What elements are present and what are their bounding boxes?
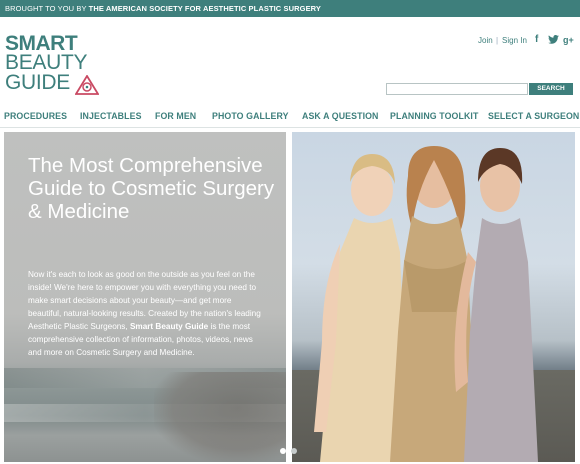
nav-planning-toolkit[interactable]: PLANNING TOOLKIT bbox=[390, 111, 478, 121]
google-plus-icon[interactable]: g+ bbox=[563, 35, 574, 45]
main-nav: PROCEDURES INJECTABLES FOR MEN PHOTO GAL… bbox=[0, 111, 580, 123]
nav-injectables[interactable]: INJECTABLES bbox=[80, 111, 142, 121]
join-link[interactable]: Join bbox=[478, 36, 493, 45]
twitter-icon[interactable] bbox=[548, 35, 559, 47]
hero-description: Now it's each to look as good on the out… bbox=[28, 268, 264, 359]
sponsor-prefix: BROUGHT TO YOU BY bbox=[5, 4, 89, 13]
search-input[interactable] bbox=[386, 83, 528, 95]
hero-title: The Most Comprehensive Guide to Cosmetic… bbox=[28, 154, 275, 223]
logo-line-guide: GUIDE bbox=[5, 71, 71, 94]
hero-text-panel: The Most Comprehensive Guide to Cosmetic… bbox=[4, 132, 286, 462]
nav-procedures[interactable]: PROCEDURES bbox=[4, 111, 67, 121]
search-button[interactable]: SEARCH bbox=[529, 83, 573, 95]
hero-body-brand: Smart Beauty Guide bbox=[129, 322, 209, 331]
site-logo[interactable]: SMART BEAUTY GUIDE bbox=[5, 33, 115, 95]
sponsor-org[interactable]: THE AMERICAN SOCIETY FOR AESTHETIC PLAST… bbox=[89, 4, 321, 13]
nav-divider bbox=[0, 127, 580, 128]
hero-photo[interactable] bbox=[292, 132, 575, 462]
sponsor-bar: BROUGHT TO YOU BY THE AMERICAN SOCIETY F… bbox=[0, 0, 580, 17]
nav-ask-a-question[interactable]: ASK A QUESTION bbox=[302, 111, 379, 121]
logo-triangle-icon bbox=[75, 75, 99, 95]
carousel-dot-1[interactable] bbox=[280, 448, 286, 454]
sponsor-text: BROUGHT TO YOU BY THE AMERICAN SOCIETY F… bbox=[5, 0, 321, 17]
nav-for-men[interactable]: FOR MEN bbox=[155, 111, 196, 121]
sign-in-link[interactable]: Sign In bbox=[502, 36, 527, 45]
logo-line-beauty: BEAUTY bbox=[5, 51, 88, 74]
util-separator: | bbox=[496, 36, 499, 45]
nav-select-a-surgeon[interactable]: SELECT A SURGEON bbox=[488, 111, 579, 121]
three-women-photo-illustration bbox=[314, 146, 538, 462]
carousel-dot-2[interactable] bbox=[291, 448, 297, 454]
nav-photo-gallery[interactable]: PHOTO GALLERY bbox=[212, 111, 289, 121]
facebook-icon[interactable]: f bbox=[535, 34, 538, 45]
rock-background bbox=[154, 372, 286, 462]
